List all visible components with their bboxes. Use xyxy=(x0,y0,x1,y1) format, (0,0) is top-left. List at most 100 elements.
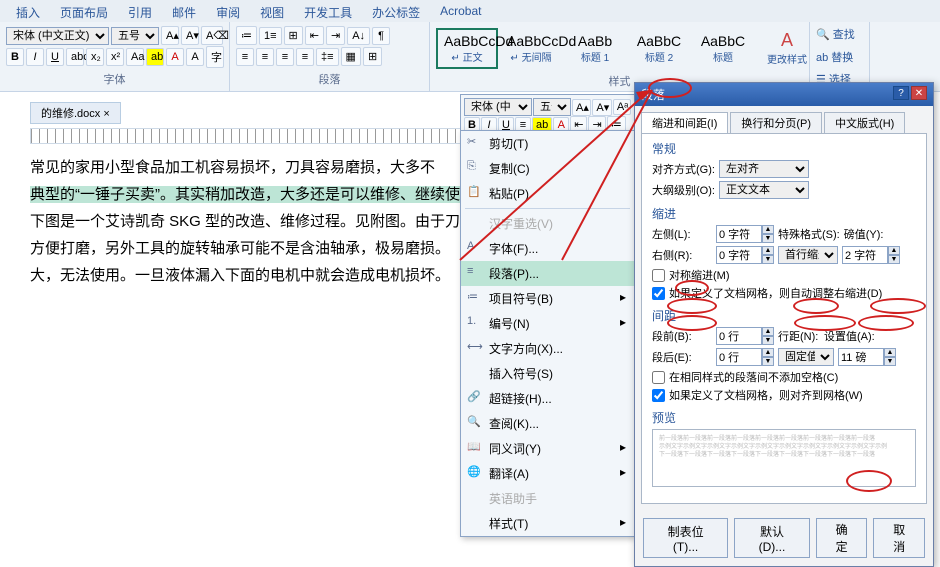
mini-font[interactable]: 宋体 (中ゞ xyxy=(464,98,532,116)
indent-left-input[interactable] xyxy=(716,225,762,243)
bold-button[interactable]: B xyxy=(6,48,24,66)
font-select[interactable]: 宋体 (中文正文) xyxy=(6,27,109,45)
change-case-button[interactable]: Aa xyxy=(126,48,144,66)
align-left-button[interactable]: ≡ xyxy=(236,48,254,66)
align-center-button[interactable]: ≡ xyxy=(256,48,274,66)
tab-indent-spacing[interactable]: 缩进和间距(I) xyxy=(641,112,728,133)
tab-office[interactable]: 办公标签 xyxy=(364,2,428,20)
grow-font-button[interactable]: A▴ xyxy=(161,26,179,45)
no-space-same-style-check[interactable] xyxy=(652,371,665,384)
ctx-item[interactable]: 样式(T)▸ xyxy=(461,511,634,536)
close-icon[interactable]: ✕ xyxy=(911,86,927,100)
strike-button[interactable]: abc xyxy=(66,48,84,66)
ctx-item[interactable]: 1.编号(N)▸ xyxy=(461,311,634,336)
tab-developer[interactable]: 开发工具 xyxy=(296,2,360,20)
alignment-select[interactable]: 左对齐 xyxy=(719,160,809,178)
ctx-item: 汉字重选(V) xyxy=(461,211,634,236)
ok-button[interactable]: 确定 xyxy=(816,518,868,558)
help-icon[interactable]: ? xyxy=(893,86,909,100)
tab-layout[interactable]: 页面布局 xyxy=(52,2,116,20)
tab-references[interactable]: 引用 xyxy=(120,2,160,20)
ctx-item[interactable]: 🔍查阅(K)... xyxy=(461,411,634,436)
ctx-item[interactable]: A字体(F)... xyxy=(461,236,634,261)
ctx-item[interactable]: ⎘复制(C) xyxy=(461,156,634,181)
ctx-item[interactable]: 🔗超链接(H)... xyxy=(461,386,634,411)
tab-insert[interactable]: 插入 xyxy=(8,2,48,20)
tab-acrobat[interactable]: Acrobat xyxy=(432,2,489,20)
shading-button[interactable]: ▦ xyxy=(341,47,361,66)
subscript-button[interactable]: x₂ xyxy=(86,48,104,66)
style-item[interactable]: AaBbC标题 2 xyxy=(628,29,690,68)
mini-grow-icon[interactable]: A▴ xyxy=(572,99,591,116)
show-marks-button[interactable]: ¶ xyxy=(372,27,390,45)
tab-chinese[interactable]: 中文版式(H) xyxy=(824,112,905,133)
tab-line-page[interactable]: 换行和分页(P) xyxy=(730,112,822,133)
align-justify-button[interactable]: ≡ xyxy=(296,48,314,66)
styles-group: AaBbCcDd↵ 正文AaBbCcDd↵ 无间隔AaBb标题 1AaBbC标题… xyxy=(430,22,810,91)
style-item[interactable]: AaBbCcDd↵ 正文 xyxy=(436,28,498,69)
dialog-titlebar[interactable]: 段落 ? ✕ xyxy=(635,83,933,106)
multilevel-button[interactable]: ⊞ xyxy=(284,26,303,45)
size-select[interactable]: 五号 xyxy=(111,27,159,45)
underline-button[interactable]: U xyxy=(46,48,64,66)
mini-size[interactable]: 五号 xyxy=(533,98,571,116)
clear-format-button[interactable]: A⌫ xyxy=(201,26,223,45)
ctx-item[interactable]: 📋粘贴(P) xyxy=(461,181,634,206)
highlight-button[interactable]: ab xyxy=(146,48,164,66)
snap-grid-check[interactable] xyxy=(652,389,665,402)
style-item[interactable]: AaBbC标题 xyxy=(692,29,754,68)
borders-button[interactable]: ⊞ xyxy=(363,47,382,66)
numbering-button[interactable]: 1≡ xyxy=(259,27,282,45)
auto-adjust-check[interactable] xyxy=(652,287,665,300)
ctx-item[interactable]: ⟷文字方向(X)... xyxy=(461,336,634,361)
find-button[interactable]: 🔍 查找 xyxy=(816,26,863,42)
line-at-input[interactable] xyxy=(838,348,884,366)
char-border-button[interactable]: A xyxy=(186,48,204,66)
indent-inc-button[interactable]: ⇥ xyxy=(326,26,345,45)
char-shading-button[interactable]: 字 xyxy=(206,46,224,68)
ctx-item[interactable]: ≔项目符号(B)▸ xyxy=(461,286,634,311)
shrink-font-button[interactable]: A▾ xyxy=(181,26,199,45)
tabs-button[interactable]: 制表位(T)... xyxy=(643,518,728,558)
ctx-item[interactable]: ✂剪切(T) xyxy=(461,131,634,156)
line-spacing-select[interactable]: 固定值 xyxy=(778,348,834,366)
tab-mailings[interactable]: 邮件 xyxy=(164,2,204,20)
font-color-button[interactable]: A xyxy=(166,48,184,66)
space-before-input[interactable] xyxy=(716,327,762,345)
sort-button[interactable]: A↓ xyxy=(347,27,370,45)
superscript-button[interactable]: x² xyxy=(106,48,124,66)
edit-group: 🔍 查找 ab 替换 ☰ 选择 xyxy=(810,22,870,91)
ctx-item[interactable]: 插入符号(S) xyxy=(461,361,634,386)
style-item[interactable]: AaBbCcDd↵ 无间隔 xyxy=(500,29,562,68)
mirror-indent-check[interactable] xyxy=(652,269,665,282)
paragraph-dialog: 段落 ? ✕ 缩进和间距(I) 换行和分页(P) 中文版式(H) 常规 对齐方式… xyxy=(634,82,934,567)
mini-style-icon[interactable]: Aᵃ xyxy=(613,99,631,115)
spin-down-icon[interactable]: ▼ xyxy=(762,234,774,243)
indent-by-input[interactable] xyxy=(842,246,888,264)
line-spacing-button[interactable]: ‡≡ xyxy=(316,48,339,66)
ctx-item[interactable]: 🌐翻译(A)▸ xyxy=(461,461,634,486)
mini-shrink-icon[interactable]: A▾ xyxy=(592,99,611,116)
indent-right-input[interactable] xyxy=(716,246,762,264)
font-group: 宋体 (中文正文) 五号 A▴ A▾ A⌫ B I U abc x₂ x² Aa… xyxy=(0,22,230,91)
change-styles-button[interactable]: A更改样式 xyxy=(756,26,818,70)
indent-dec-button[interactable]: ⇤ xyxy=(305,26,324,45)
default-button[interactable]: 默认(D)... xyxy=(734,518,810,558)
italic-button[interactable]: I xyxy=(26,48,44,66)
replace-button[interactable]: ab 替换 xyxy=(816,49,863,65)
cancel-button[interactable]: 取消 xyxy=(873,518,925,558)
bullets-button[interactable]: ≔ xyxy=(236,26,257,45)
special-indent-select[interactable]: 首行缩进 xyxy=(778,246,838,264)
tab-review[interactable]: 审阅 xyxy=(208,2,248,20)
outline-select[interactable]: 正文文本 xyxy=(719,181,809,199)
align-right-button[interactable]: ≡ xyxy=(276,48,294,66)
space-after-input[interactable] xyxy=(716,348,762,366)
ctx-item[interactable]: 📖同义词(Y)▸ xyxy=(461,436,634,461)
style-item[interactable]: AaBb标题 1 xyxy=(564,29,626,68)
ctx-item[interactable]: ≡段落(P)... xyxy=(461,261,634,286)
spin-up-icon[interactable]: ▲ xyxy=(762,225,774,234)
document-tab[interactable]: 的维修.docx × xyxy=(30,102,121,124)
paragraph-group: ≔ 1≡ ⊞ ⇤ ⇥ A↓ ¶ ≡ ≡ ≡ ≡ ‡≡ ▦ ⊞ 段落 xyxy=(230,22,430,91)
ribbon-tabs: 插入 页面布局 引用 邮件 审阅 视图 开发工具 办公标签 Acrobat xyxy=(0,0,940,22)
tab-view[interactable]: 视图 xyxy=(252,2,292,20)
